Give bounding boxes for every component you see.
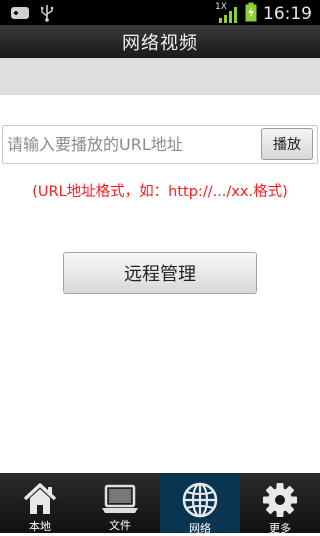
- home-icon: [20, 481, 60, 517]
- usb-icon: [40, 4, 54, 26]
- status-bar: 1X 16:19: [0, 0, 320, 25]
- tab-network[interactable]: 网络: [160, 473, 240, 535]
- laptop-icon: [100, 481, 140, 516]
- status-time: 16:19: [263, 4, 312, 24]
- tab-more[interactable]: 更多: [240, 473, 320, 535]
- tab-label: 文件: [109, 519, 131, 532]
- url-format-hint: (URL地址格式，如：http://.../xx.格式): [32, 184, 288, 200]
- tab-bar: 本地 文件 网络 更多: [0, 473, 320, 535]
- usb-debug-icon: [10, 5, 30, 25]
- status-left-icons: [10, 4, 54, 26]
- tab-label: 更多: [269, 522, 291, 535]
- status-right-icons: 1X 16:19: [215, 2, 312, 26]
- signal-icon: 1X: [215, 2, 239, 24]
- title-bar: 网络视频: [0, 25, 320, 59]
- remote-manage-button[interactable]: 远程管理: [63, 252, 257, 294]
- gray-band: [0, 58, 320, 95]
- globe-icon: [180, 481, 220, 519]
- tab-label: 网络: [189, 522, 211, 535]
- tab-label: 本地: [29, 520, 51, 533]
- page-title: 网络视频: [122, 32, 198, 54]
- url-input[interactable]: [3, 126, 257, 163]
- url-input-row: 播放: [2, 125, 318, 164]
- tab-files[interactable]: 文件: [80, 473, 160, 533]
- gear-icon: [260, 481, 300, 519]
- tab-local[interactable]: 本地: [0, 473, 80, 533]
- battery-icon: [245, 2, 257, 26]
- play-button[interactable]: 播放: [261, 128, 313, 160]
